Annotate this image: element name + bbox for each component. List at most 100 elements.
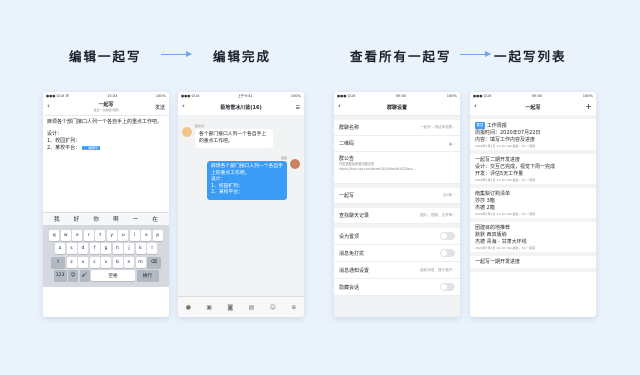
list-item[interactable]: 团建目的地推荐 默默 西双版纳 杰德 青海 - 甘肃大环线 2020年7月2日 …: [470, 222, 596, 256]
battery: 100%: [582, 94, 593, 98]
subtitle: 最近一次编辑 刚刚: [93, 107, 119, 112]
key[interactable]: t: [95, 229, 106, 241]
clock: 09:00: [531, 94, 543, 98]
key[interactable]: y: [106, 229, 117, 241]
key[interactable]: x: [78, 256, 88, 268]
sender-name: 顾客: [280, 156, 287, 160]
key[interactable]: d: [78, 243, 88, 254]
key[interactable]: z: [66, 256, 77, 268]
key[interactable]: w: [60, 229, 71, 241]
avatar[interactable]: [182, 127, 192, 137]
candidate[interactable]: 你: [93, 215, 99, 223]
key[interactable]: h: [112, 243, 123, 254]
key[interactable]: u: [118, 229, 129, 241]
message-bubble[interactable]: 麻烦各个部门接口人列一个各自手上的重点工作吧。 设计： 1、校园扩列： 2、某校…: [207, 161, 287, 200]
page-title: 群聊设置: [386, 105, 407, 111]
chat-toolbar: ● ▣ ◙ ▤ ☺ ⊕: [178, 296, 304, 317]
clock: 15:33: [107, 94, 118, 98]
camera-icon[interactable]: ◙: [227, 304, 233, 311]
mic-key[interactable]: 🎤: [79, 270, 90, 281]
ime-candidates: 我 好 你 啊 一 在: [43, 212, 169, 225]
list-item[interactable]: 南集梨订购清单 莎莎 3箱 杰德 2箱 2020年7月2日 11:10 cfen…: [470, 188, 596, 222]
sender-name: 陈志涛: [195, 124, 205, 128]
dnd-toggle[interactable]: [440, 249, 455, 257]
qrcode-row[interactable]: 二维码 ▦ ›: [334, 136, 460, 152]
caption-list: 一起写列表: [494, 49, 567, 64]
menu-icon[interactable]: ☰: [296, 105, 300, 111]
nav-bar: ‹ 一起写 最近一次编辑 刚刚 发送: [43, 100, 169, 116]
phone-settings: ●●● GUX 09:00 100% ‹ 群聊设置 群聊名称 一起写 - 测试体验…: [334, 92, 460, 317]
notify-row[interactable]: 消息通知设置 接收消息，提示音开 ›: [334, 262, 460, 279]
message-bubble[interactable]: 各个部门接口人列一个各自手上的重点工作吧。: [195, 129, 273, 148]
image-icon[interactable]: ▣: [206, 304, 212, 311]
key[interactable]: s: [66, 243, 77, 254]
clock: 09:00: [395, 94, 407, 98]
emoji-key[interactable]: ☺: [68, 270, 78, 281]
yiqixie-row[interactable]: 一起写 共4条 ›: [334, 188, 460, 204]
enter-key[interactable]: 换行: [136, 270, 159, 281]
pin-toggle[interactable]: [440, 232, 455, 240]
arrow-right-icon: [161, 51, 192, 57]
nav-bar: ‹ 群聊设置: [334, 100, 460, 116]
editor-area[interactable]: 麻烦各个部门接口人列一个各自手上的重点工作吧。 设计： 1、校园扩列： 2、某校…: [43, 116, 169, 212]
list-item[interactable]: 置顶 工作周报 周报时间：2020年07月22日 内容：填写工作内容及进度 202…: [470, 119, 596, 154]
key[interactable]: b: [112, 256, 123, 268]
key[interactable]: m: [135, 256, 146, 268]
key[interactable]: k: [135, 243, 146, 254]
back-icon[interactable]: ‹: [474, 102, 477, 110]
key[interactable]: j: [124, 243, 134, 254]
candidate[interactable]: 好: [74, 215, 80, 223]
phone-chat: ●●● GUX 上午9:41 100% ‹ 极地雪冰川蓝(16) ☰ 陈志涛 各…: [178, 92, 304, 317]
phone-edit: ●●● GUX ☰ 15:33 100% ‹ 一起写 最近一次编辑 刚刚 发送 …: [43, 92, 169, 317]
numbers-key[interactable]: 123: [53, 270, 67, 281]
candidate[interactable]: 我: [54, 215, 60, 223]
key[interactable]: c: [89, 256, 100, 268]
status-bar: ●●● GUX ☰ 15:33 100%: [43, 92, 169, 100]
key[interactable]: g: [101, 243, 111, 254]
redpacket-icon[interactable]: ▤: [249, 304, 255, 311]
page-title: 一起写: [525, 105, 541, 111]
group-name-row[interactable]: 群聊名称 一起写 - 测试体验群 ›: [334, 120, 460, 136]
back-icon[interactable]: ‹: [338, 102, 341, 110]
caption-edit: 编辑一起写: [69, 49, 142, 64]
candidate[interactable]: 在: [152, 215, 158, 223]
hide-toggle[interactable]: [440, 283, 455, 291]
list-item[interactable]: 一起写一期开发进度: [470, 256, 596, 272]
status-bar: ●●● GUX 上午9:41 100%: [178, 92, 304, 100]
nav-bar: ‹ 极地雪冰川蓝(16) ☰: [178, 100, 304, 116]
carrier: ●●● GUX: [181, 94, 200, 98]
key[interactable]: i: [129, 229, 140, 241]
plus-icon[interactable]: ⊕: [291, 304, 296, 311]
key[interactable]: e: [72, 229, 83, 241]
delete-key[interactable]: ⌫: [147, 256, 161, 268]
key[interactable]: r: [83, 229, 94, 241]
list-item[interactable]: 一起写二期开发进度 设计：交互已完成，视觉下周一完成 开发：评估5天工作量 20…: [470, 154, 596, 188]
back-icon[interactable]: ‹: [47, 102, 50, 110]
add-button[interactable]: +: [585, 102, 592, 111]
history-row[interactable]: 查找聊天记录 图片、视频、文件等 ›: [334, 208, 460, 224]
candidate[interactable]: 一: [133, 215, 139, 223]
mic-icon[interactable]: ●: [186, 304, 191, 311]
message-line: 麻烦各个部门接口人列一个各自手上的重点工作吧。: [211, 164, 283, 176]
space-key[interactable]: 空格: [91, 270, 135, 281]
key[interactable]: o: [141, 229, 152, 241]
key[interactable]: f: [89, 243, 100, 254]
back-icon[interactable]: ‹: [182, 102, 185, 110]
key[interactable]: v: [101, 256, 111, 268]
key[interactable]: p: [152, 229, 163, 241]
key[interactable]: q: [49, 229, 60, 241]
clock: 上午9:41: [237, 93, 253, 98]
key[interactable]: n: [124, 256, 134, 268]
battery: 100%: [446, 94, 457, 98]
key[interactable]: a: [55, 243, 65, 254]
carrier: ●●● GUX: [473, 94, 492, 98]
send-button[interactable]: 发送: [155, 104, 165, 111]
notice-row[interactable]: 群公告 开发进展及体验问题记录 https://docs.qq.com/shee…: [334, 152, 460, 184]
key[interactable]: l: [147, 243, 157, 254]
candidate[interactable]: 啊: [113, 215, 119, 223]
pinned-badge: 置顶: [475, 122, 485, 129]
editor-line: 麻烦各个部门接口人列一个各自手上的重点工作吧。: [47, 119, 163, 125]
shift-key[interactable]: ⇧: [51, 256, 65, 268]
avatar[interactable]: [290, 159, 300, 169]
emoji-icon[interactable]: ☺: [270, 304, 276, 311]
